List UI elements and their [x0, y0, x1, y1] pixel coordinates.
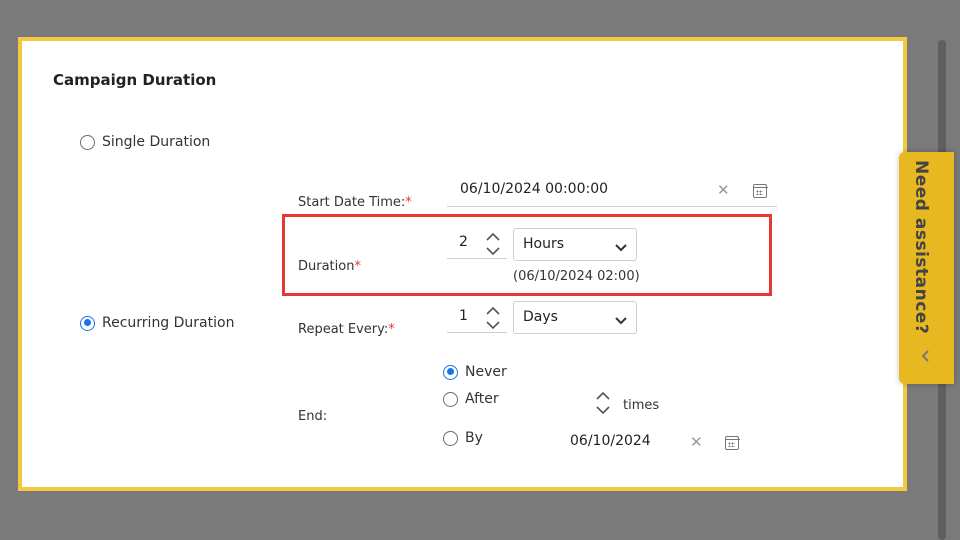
end-by-radio[interactable] [443, 430, 458, 446]
end-never-option[interactable]: Never [443, 364, 507, 380]
close-icon[interactable]: ✕ [690, 433, 703, 451]
calendar-icon[interactable] [752, 184, 768, 198]
repeat-value: 1 [459, 308, 468, 324]
repeat-unit-value: Days [523, 309, 558, 325]
end-never-radio[interactable] [443, 364, 458, 380]
repeat-unit-select[interactable]: Days [513, 301, 637, 334]
repeat-number-input[interactable]: 1 [447, 303, 507, 333]
single-duration-label: Single Duration [102, 134, 211, 150]
end-after-option[interactable]: After [443, 391, 499, 407]
end-after-radio[interactable] [443, 391, 458, 407]
need-assistance-label: Need assistance? [911, 160, 931, 335]
end-after-label: After [465, 391, 499, 407]
end-by-option[interactable]: By [443, 430, 483, 446]
recurring-duration-radio[interactable] [80, 315, 95, 331]
end-by-date-field[interactable]: 06/10/2024 ✕ [562, 427, 752, 457]
chevron-left-icon [920, 348, 930, 367]
close-icon[interactable]: ✕ [717, 181, 730, 199]
duration-highlight-box [282, 214, 772, 296]
start-date-field[interactable]: 06/10/2024 00:00:00 ✕ [447, 177, 777, 207]
need-assistance-tab[interactable]: Need assistance? [899, 152, 954, 384]
end-by-label: By [465, 430, 483, 446]
recurring-duration-label: Recurring Duration [102, 315, 235, 331]
calendar-icon[interactable] [724, 436, 740, 450]
after-count-spinner[interactable] [595, 388, 611, 418]
single-duration-option[interactable]: Single Duration [80, 134, 210, 150]
recurring-duration-option[interactable]: Recurring Duration [80, 315, 234, 331]
end-label: End: [298, 409, 328, 424]
chevron-down-icon [614, 311, 628, 330]
repeat-spinner[interactable] [485, 303, 501, 333]
end-never-label: Never [465, 364, 507, 380]
start-date-label: Start Date Time:* [298, 195, 412, 210]
times-label: times [623, 398, 660, 413]
end-by-date-value: 06/10/2024 [570, 433, 651, 449]
start-date-value: 06/10/2024 00:00:00 [460, 181, 609, 197]
repeat-every-label: Repeat Every:* [298, 322, 395, 337]
single-duration-radio[interactable] [80, 134, 95, 150]
section-title: Campaign Duration [53, 71, 217, 89]
